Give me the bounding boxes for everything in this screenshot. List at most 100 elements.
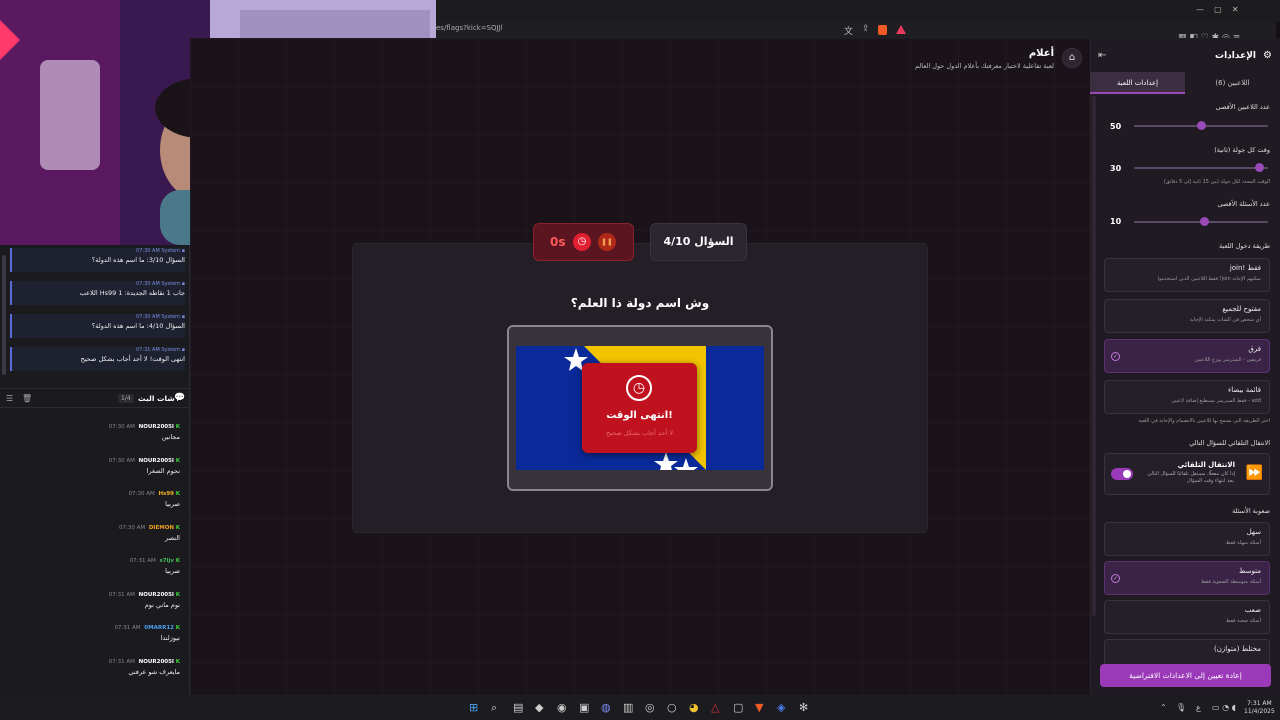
- system-badge-icon: ▪: [181, 248, 185, 254]
- difficulty-option[interactable]: سهل أسئلة سهلة فقط: [1104, 522, 1270, 556]
- system-badge-icon: ▪: [181, 347, 185, 353]
- obs-icon[interactable]: ◎: [645, 701, 655, 714]
- max-questions-value: 10: [1110, 217, 1122, 226]
- brave-shield-icon[interactable]: [878, 25, 887, 35]
- join-option[interactable]: فرق فريقين - الستريمر يوزع اللاعبين ✓: [1104, 339, 1270, 373]
- taskbar: [0, 695, 1280, 720]
- chat-message: 07:30 AM DIEMON K النصر: [0, 525, 180, 542]
- windows-start-icon[interactable]: ⊞: [469, 701, 478, 714]
- chat-message-text: صربيا: [165, 567, 180, 575]
- chat-username[interactable]: s7ljv: [160, 558, 174, 564]
- kick-badge-icon: K: [175, 558, 180, 564]
- reset-defaults-button[interactable]: إعادة تعيين إلى الاعدادات الافتراضية: [1100, 664, 1271, 687]
- url-text[interactable]: es/flags?kick=SQJJl: [436, 24, 503, 32]
- toggle-knob: [1123, 470, 1131, 478]
- chat-username[interactable]: DIEMON: [149, 525, 174, 531]
- timer-value: 0s: [550, 235, 566, 249]
- pause-button[interactable]: ❚❚: [598, 233, 616, 251]
- close-icon[interactable]: ✕: [1232, 5, 1239, 14]
- round-time-slider-knob[interactable]: [1254, 163, 1264, 172]
- time-up-title: انتهى الوقت!: [606, 410, 673, 421]
- max-players-slider-knob[interactable]: [1197, 121, 1206, 130]
- chat-message: 07:30 AM Hs99 K صربيا: [0, 491, 180, 508]
- fast-forward-icon: ⏩: [1245, 465, 1263, 481]
- microphone-icon[interactable]: 🎙: [1176, 703, 1186, 712]
- collapse-panel-icon[interactable]: ⇤: [1098, 50, 1106, 61]
- chat-username[interactable]: Hs99: [158, 491, 174, 497]
- check-icon: ✓: [1111, 574, 1120, 583]
- kick-badge-icon: K: [175, 457, 180, 464]
- chat-message-text: نيوزلندا: [160, 634, 180, 642]
- browser-extensions[interactable]: ▦ ◧ ♡ ✱ ◎ ≡: [1178, 25, 1268, 43]
- round-time-slider[interactable]: [1134, 167, 1268, 169]
- join-method-hint: اختر الطريقة التي يسمح بها للاعبين بالان…: [1138, 418, 1270, 424]
- brave-icon[interactable]: ▼: [755, 701, 763, 714]
- clock[interactable]: 7:31 AM 11/4/2025: [1244, 700, 1275, 716]
- join-option[interactable]: مفتوح للجميع أي شخص في الشات يمكنه الإجاب…: [1104, 298, 1270, 333]
- discord-icon[interactable]: ◍: [601, 701, 611, 714]
- settings-title: الإعدادات: [1215, 51, 1256, 61]
- gear-icon: ⚙: [1263, 50, 1272, 61]
- filter-icon[interactable]: ☰: [6, 394, 13, 403]
- network-icon[interactable]: ▭ ◔ ◖: [1212, 703, 1236, 712]
- system-message: 07:31 AM System ▪ انتهى الوقت! لا أحد أج…: [10, 347, 185, 371]
- kick-badge-icon: K: [175, 491, 180, 497]
- app-icon[interactable]: ▣: [579, 701, 589, 714]
- chat-message: 07:31 AM 0MARR12 K نيوزلندا: [0, 625, 180, 642]
- kick-badge-icon: K: [175, 424, 180, 430]
- trash-icon[interactable]: 🗑: [22, 394, 32, 403]
- app-icon[interactable]: ◆: [535, 701, 543, 714]
- app-icon[interactable]: ○: [667, 701, 677, 714]
- chat-username[interactable]: NOUR2005I: [139, 424, 174, 430]
- live-chat-title: شات البث: [138, 394, 175, 403]
- system-message: 07:30 AM System ▪ السؤال 4/10: ما اسم هذ…: [10, 314, 185, 338]
- tray-chevron-icon[interactable]: ⌃: [1160, 703, 1167, 712]
- search-icon[interactable]: ⌕: [491, 701, 497, 715]
- settings-scrollbar[interactable]: [1092, 96, 1096, 616]
- round-time-label: وقت كل جولة (ثانية): [1214, 146, 1270, 154]
- app-icon[interactable]: ◈: [777, 701, 785, 714]
- minimize-icon[interactable]: —: [1196, 5, 1204, 14]
- chat-message-text: النصر: [165, 533, 180, 542]
- chat-username[interactable]: NOUR2005I: [139, 592, 174, 598]
- chat-username[interactable]: 0MARR12: [144, 625, 174, 631]
- chrome-icon[interactable]: ◕: [689, 701, 699, 714]
- translate-icon[interactable]: 文: [844, 24, 853, 37]
- keyboard-language[interactable]: ع: [1196, 703, 1201, 712]
- maximize-icon[interactable]: ▢: [1214, 5, 1222, 14]
- share-icon[interactable]: ⇪: [862, 24, 870, 34]
- app-icon[interactable]: ✻: [799, 701, 808, 714]
- time-up-overlay: ◷ انتهى الوقت! لا أحد أجاب بشكل صحيح: [582, 363, 697, 453]
- page-title: أعلام: [1028, 48, 1054, 59]
- difficulty-option[interactable]: صعب أسئلة صعبة فقط: [1104, 600, 1270, 634]
- auto-advance-section-label: الانتقال التلقائي للسؤال التالي: [1189, 439, 1270, 447]
- tab-game-settings[interactable]: إعدادات اللعبة: [1090, 72, 1185, 94]
- steam-icon[interactable]: ◉: [557, 701, 567, 714]
- app-icon[interactable]: ▢: [733, 701, 743, 714]
- chat-username[interactable]: NOUR2005I: [139, 458, 174, 464]
- system-badge-icon: ▪: [181, 281, 185, 287]
- home-icon: ⌂: [1068, 52, 1076, 63]
- join-option[interactable]: join! فقط فقط اللاعبين الذين استخدموا !jo…: [1104, 258, 1270, 292]
- window-controls[interactable]: — ▢ ✕: [1196, 5, 1239, 14]
- check-icon: ✓: [1111, 352, 1120, 361]
- auto-advance-toggle[interactable]: [1111, 468, 1133, 480]
- max-players-label: عدد اللاعبين الأقصى: [1215, 103, 1270, 111]
- app-icon[interactable]: △: [711, 701, 719, 714]
- round-time-value: 30: [1110, 164, 1122, 173]
- join-option[interactable]: قائمة بيضاء فقط الستريمر يستطيع إضافة لاع…: [1104, 379, 1270, 414]
- timer-pill: 0s ◷ ❚❚: [533, 223, 634, 261]
- tab-players[interactable]: اللاعبين (6): [1185, 72, 1280, 94]
- page-subtitle: لعبة تفاعلية لاختبار معرفتك بأعلام الدول…: [914, 62, 1054, 70]
- join-method-label: طريقة دخول اللعبة: [1219, 242, 1270, 250]
- chat-username[interactable]: NOUR2005I: [139, 659, 174, 665]
- chat-message: 07:30 AM NOUR2005I K مجانين: [0, 424, 180, 441]
- home-button[interactable]: ⌂: [1062, 48, 1082, 68]
- max-questions-label: عدد الأسئلة الأقصى: [1217, 200, 1270, 208]
- address-bar[interactable]: [436, 22, 1276, 38]
- chat-scrollbar[interactable]: [2, 255, 6, 375]
- file-explorer-icon[interactable]: ▤: [513, 701, 523, 714]
- app-icon[interactable]: ▥: [623, 701, 633, 714]
- max-questions-slider-knob[interactable]: [1199, 217, 1209, 226]
- difficulty-option[interactable]: متوسط أسئلة متوسطة الصعوبة فقط ✓: [1104, 561, 1270, 595]
